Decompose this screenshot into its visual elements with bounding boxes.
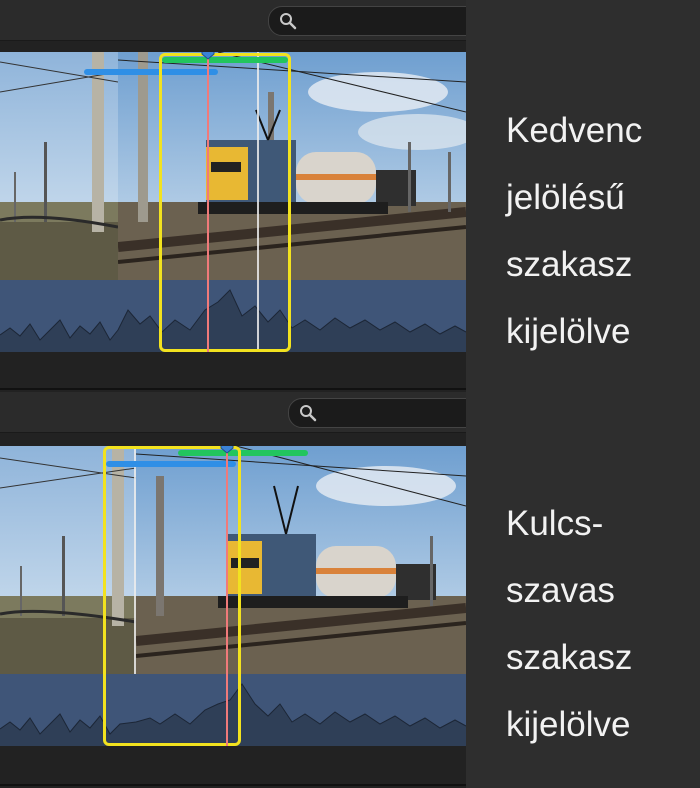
clip-filmstrip[interactable] — [0, 446, 466, 746]
panel-separator — [0, 388, 466, 390]
selection-range[interactable] — [159, 53, 291, 352]
search-icon — [280, 13, 297, 30]
browser-toolbar — [0, 0, 466, 41]
playhead[interactable] — [207, 52, 209, 352]
caption-line: szavas — [506, 571, 615, 610]
caption-line: szakasz — [506, 638, 633, 677]
playhead-icon[interactable] — [220, 446, 234, 454]
top-clip-panel — [0, 0, 466, 392]
playhead[interactable] — [226, 446, 228, 746]
top-caption: Kedvenc jelölésű szakasz kijelölve — [506, 97, 642, 365]
bottom-clip-panel — [0, 392, 466, 788]
caption-line: szakasz — [506, 245, 633, 284]
clip-thumbnail — [0, 52, 118, 280]
bottom-caption: Kulcs- szavas szakasz kijelölve — [506, 490, 632, 758]
caption-line: kijelölve — [506, 312, 631, 351]
caption-column: Kedvenc jelölésű szakasz kijelölve Kulcs… — [466, 0, 700, 788]
search-icon — [300, 405, 317, 422]
panel-separator — [0, 784, 466, 786]
selection-range[interactable] — [103, 446, 241, 746]
playhead-icon[interactable] — [201, 52, 215, 60]
caption-line: jelölésű — [506, 178, 625, 217]
search-field[interactable] — [268, 6, 466, 36]
clip-browser — [0, 0, 466, 788]
caption-line: Kulcs- — [506, 504, 604, 543]
search-field[interactable] — [288, 398, 466, 428]
caption-line: kijelölve — [506, 705, 631, 744]
clip-filmstrip[interactable] — [0, 52, 466, 352]
browser-toolbar — [0, 392, 466, 433]
caption-line: Kedvenc — [506, 111, 643, 150]
